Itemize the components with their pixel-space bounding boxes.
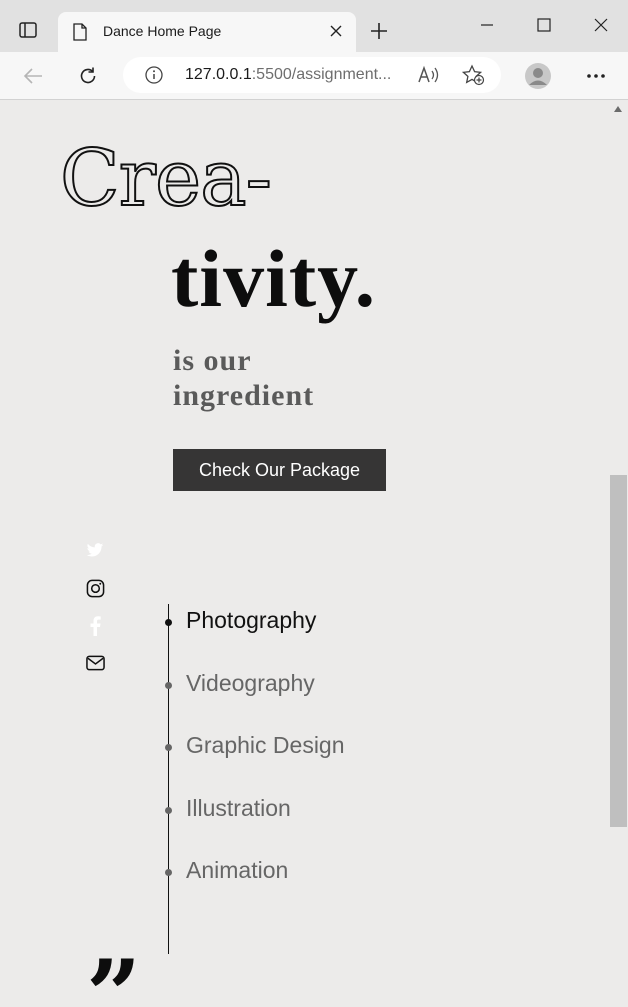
read-aloud-icon[interactable] [417, 65, 439, 85]
close-icon [330, 25, 342, 37]
tab-title: Dance Home Page [103, 23, 222, 39]
tab-close-button[interactable] [326, 21, 346, 41]
maximize-icon [537, 18, 551, 32]
tab-actions-icon [19, 22, 37, 38]
minimize-icon [481, 24, 493, 26]
new-tab-button[interactable] [366, 18, 392, 44]
tab-bar: Dance Home Page [0, 0, 628, 52]
address-toolbar: 127.0.0.1:5500/assignment... [0, 52, 628, 100]
service-bullet [165, 682, 172, 689]
service-bullet [165, 807, 172, 814]
service-item-videography[interactable]: Videography [186, 670, 315, 697]
scroll-up-arrow[interactable] [614, 106, 622, 112]
plus-icon [371, 23, 387, 39]
active-tab[interactable]: Dance Home Page [58, 12, 356, 52]
service-bullet [165, 869, 172, 876]
service-item-photography[interactable]: Photography [186, 607, 316, 634]
page-icon [73, 23, 87, 41]
service-item-animation[interactable]: Animation [186, 857, 288, 884]
window-close-button[interactable] [584, 10, 618, 40]
hero-title-line-2: tivity. [171, 233, 377, 324]
instagram-link[interactable] [84, 577, 106, 599]
tab-actions-button[interactable] [12, 14, 44, 46]
add-favorite-icon[interactable] [461, 64, 485, 86]
facebook-link[interactable] [84, 615, 106, 637]
url-host: 127.0.0.1 [185, 66, 252, 83]
hero-title-line-1: Crea- [59, 134, 273, 224]
service-bullet [165, 744, 172, 751]
page-viewport: Crea- tivity. is our ingredient Check Ou… [0, 100, 628, 1007]
quote-mark: ” [86, 939, 141, 1007]
tagline-line-1: is our [173, 344, 252, 377]
hero-tagline: is our ingredient [173, 343, 314, 413]
page-scrollbar[interactable] [609, 100, 628, 1007]
more-dots-icon [587, 74, 605, 78]
url-text: 127.0.0.1:5500/assignment... [185, 66, 391, 84]
instagram-icon [86, 579, 104, 597]
address-field[interactable]: 127.0.0.1:5500/assignment... [123, 57, 501, 93]
avatar-icon [525, 63, 551, 89]
refresh-button[interactable] [72, 60, 104, 92]
minimize-button[interactable] [470, 10, 504, 40]
back-button[interactable] [17, 60, 49, 92]
settings-more-button[interactable] [582, 60, 610, 92]
mail-icon [85, 655, 105, 671]
twitter-link[interactable] [84, 539, 106, 561]
service-item-illustration[interactable]: Illustration [186, 795, 291, 822]
service-item-graphic-design[interactable]: Graphic Design [186, 732, 345, 759]
scroll-thumb[interactable] [610, 475, 627, 827]
site-info-icon [145, 66, 163, 84]
twitter-icon [86, 542, 104, 557]
tagline-line-2: ingredient [173, 379, 315, 412]
close-icon [594, 18, 608, 32]
check-package-button[interactable]: Check Our Package [173, 449, 386, 491]
url-path: :5500/assignment... [251, 66, 392, 83]
service-bullet [165, 619, 172, 626]
services-timeline [168, 604, 169, 954]
profile-button[interactable] [522, 60, 554, 92]
back-arrow-icon [23, 68, 42, 84]
refresh-icon [80, 67, 96, 84]
maximize-button[interactable] [527, 10, 561, 40]
mail-link[interactable] [84, 652, 106, 674]
facebook-icon [90, 616, 101, 636]
